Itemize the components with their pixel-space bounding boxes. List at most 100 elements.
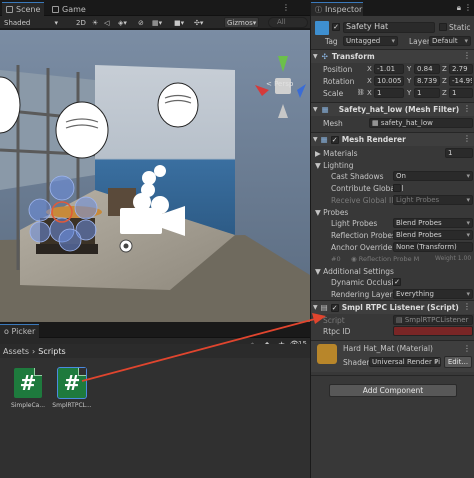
gameobject-icon	[315, 21, 329, 35]
mesh-value: safety_hat_low	[380, 119, 433, 127]
script-field[interactable]: ▤ SmplRTPCListener	[393, 315, 473, 325]
lighting-toggle[interactable]: ☀	[90, 17, 100, 28]
scene-viewport[interactable]: < Persp	[0, 30, 310, 322]
component-menu-icon[interactable]: ⋮	[463, 302, 471, 311]
mesh-renderer-enabled-checkbox[interactable]: ✓	[330, 135, 339, 144]
anchor-override-label: Anchor Override	[331, 243, 393, 252]
rotation-label: Rotation	[323, 77, 355, 86]
breadcrumb: Assets › Scripts	[0, 344, 310, 358]
breadcrumb-scripts[interactable]: Scripts	[38, 347, 65, 356]
lock-icon[interactable]: 🔒︎	[457, 3, 461, 13]
gizmos-dropdown[interactable]: Gizmos ▾	[224, 17, 260, 28]
component-menu-icon[interactable]: ⋮	[463, 134, 471, 143]
material-menu-icon[interactable]: ⋮	[463, 344, 471, 353]
tab-game[interactable]: Game	[48, 2, 90, 16]
tab-scene[interactable]: Scene	[2, 2, 45, 16]
rendering-layer-dropdown[interactable]: Everything	[393, 289, 473, 299]
scene-search-input[interactable]: All	[268, 17, 308, 28]
shader-dropdown[interactable]: Universal Render Pi	[369, 357, 441, 367]
axis-y-label: Y	[407, 65, 412, 73]
mesh-filter-icon: ▦	[321, 105, 329, 114]
link-icon[interactable]: ⛓	[357, 89, 365, 96]
rotation-z-field[interactable]: -14.99	[449, 76, 473, 86]
position-x-field[interactable]: -1.01	[374, 64, 404, 74]
add-component-button[interactable]: Add Component	[329, 384, 457, 397]
probe-entry-index: #0	[331, 255, 341, 263]
dynamic-occlusion-checkbox[interactable]: ✓	[393, 278, 401, 286]
hidden-objects-toggle[interactable]: ⊘	[136, 17, 146, 28]
component-menu-icon[interactable]: ⋮	[463, 51, 471, 60]
scene-render	[0, 30, 310, 322]
cast-shadows-dropdown[interactable]: On	[393, 171, 473, 181]
rotation-y-field[interactable]: 8.739	[414, 76, 440, 86]
unity-editor: Scene Game ⋮ Shaded ▾ 2D ☀ ◁ ◈▾ ⊘ ▦▾ ■▾ …	[0, 0, 474, 478]
inspector-panel: ⓘ Inspector 🔒︎ ⋮ ✓ Safety Hat Static Tag…	[310, 0, 474, 478]
rtpc-id-field[interactable]	[393, 326, 473, 336]
static-checkbox[interactable]	[439, 23, 447, 31]
menu-icon[interactable]: ⋮	[464, 3, 472, 12]
object-name-field[interactable]: Safety Hat	[343, 22, 435, 33]
transform-header[interactable]: ▼ ✣ Transform	[311, 49, 474, 63]
csharp-script-icon: ▤	[396, 316, 405, 324]
materials-count[interactable]: 1	[445, 148, 473, 158]
tab-project[interactable]: o Picker	[0, 324, 40, 338]
reflection-probes-label: Reflection Probes	[331, 231, 396, 240]
effects-dropdown[interactable]: ◈▾	[116, 17, 129, 28]
scale-z-field[interactable]: 1	[449, 88, 473, 98]
mode-2d-button[interactable]: 2D	[74, 17, 88, 28]
audio-toggle[interactable]: ◁	[102, 17, 111, 28]
contribute-gi-checkbox[interactable]	[393, 184, 401, 192]
edit-shader-button[interactable]: Edit...	[444, 356, 472, 368]
transform-title: Transform	[331, 52, 375, 61]
position-z-field[interactable]: 2.79	[449, 64, 473, 74]
mesh-field[interactable]: ▦ safety_hat_low	[369, 118, 473, 128]
scale-x-field[interactable]: 1	[374, 88, 404, 98]
asset-item-simplecamera[interactable]: # SimpleCa...	[8, 368, 48, 409]
shader-label: Shader	[343, 358, 370, 367]
mesh-filter-header[interactable]: ▼ ▦ Safety_hat_low (Mesh Filter)	[311, 102, 474, 116]
asset-label: SimpleCa...	[10, 402, 46, 409]
scale-y-field[interactable]: 1	[414, 88, 440, 98]
receive-gi-dropdown[interactable]: Light Probes	[393, 195, 473, 205]
component-menu-icon[interactable]: ⋮	[463, 104, 471, 113]
asset-item-smplrtpclistener[interactable]: # SmplRTPCL...	[52, 367, 92, 409]
lock-icon[interactable]: ⋮	[282, 3, 290, 12]
tools-dropdown[interactable]: ✣▾	[192, 17, 205, 28]
scale-label: Scale	[323, 89, 344, 98]
persp-label[interactable]: < Persp	[266, 80, 293, 88]
rotation-x-field[interactable]: 10.005	[374, 76, 404, 86]
chevron-down-icon: ▼	[313, 304, 318, 311]
scene-icon	[6, 6, 13, 13]
mesh-filter-title: Safety_hat_low (Mesh Filter)	[338, 105, 460, 114]
rtpc-listener-enabled-checkbox[interactable]: ✓	[330, 303, 339, 312]
info-icon: ⓘ	[315, 5, 322, 14]
shading-mode-label: Shaded	[4, 18, 31, 27]
tab-inspector[interactable]: ⓘ Inspector	[311, 2, 363, 16]
probes-foldout[interactable]: ▼ Probes	[315, 208, 348, 217]
inspector-tabbar: ⓘ Inspector 🔒︎ ⋮	[311, 0, 474, 16]
additional-settings-foldout[interactable]: ▼ Additional Settings	[315, 267, 394, 276]
project-tabbar: o Picker	[0, 322, 310, 338]
light-probes-dropdown[interactable]: Blend Probes	[393, 218, 473, 228]
script-icon: ▤	[320, 303, 328, 312]
breadcrumb-assets[interactable]: Assets	[3, 347, 29, 356]
active-checkbox[interactable]: ✓	[332, 23, 340, 31]
grid-toggle[interactable]: ▦▾	[150, 17, 164, 28]
tag-dropdown[interactable]: Untagged	[343, 36, 398, 46]
reflection-probes-dropdown[interactable]: Blend Probes	[393, 230, 473, 240]
position-y-field[interactable]: 0.84	[414, 64, 440, 74]
materials-foldout[interactable]: ▶ Materials	[315, 149, 358, 158]
axis-z-label: Z	[442, 77, 447, 85]
lighting-foldout[interactable]: ▼ Lighting	[315, 161, 353, 170]
axis-z-label: Z	[442, 65, 447, 73]
mesh-renderer-header[interactable]: ▼ ▦ ✓ Mesh Renderer	[311, 132, 474, 146]
shading-mode-dropdown[interactable]: Shaded ▾	[2, 17, 60, 28]
rtpc-listener-header[interactable]: ▼ ▤ ✓ Smpl RTPC Listener (Script)	[311, 300, 474, 314]
layer-dropdown[interactable]: Default	[429, 36, 471, 46]
cast-shadows-label: Cast Shadows	[331, 172, 384, 181]
tag-label: Tag	[325, 37, 338, 46]
camera-dropdown[interactable]: ■▾	[172, 17, 186, 28]
scene-search-placeholder: All	[277, 18, 286, 26]
script-label: Script	[323, 316, 345, 325]
anchor-override-field[interactable]: None (Transform)	[393, 242, 473, 252]
